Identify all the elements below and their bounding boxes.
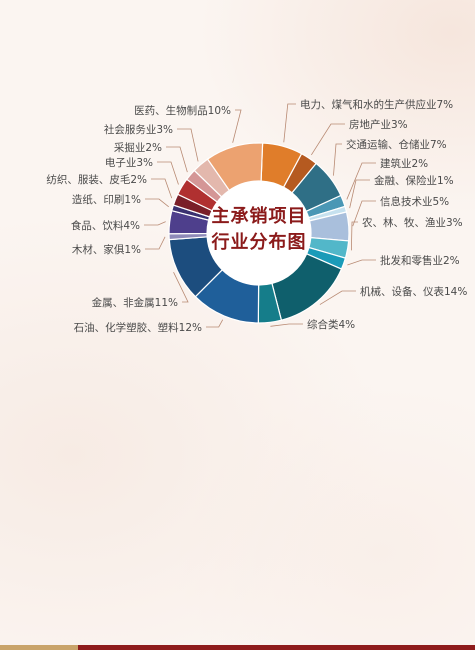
slice-label: 纺织、服装、皮毛2%	[46, 173, 147, 186]
leader-line	[349, 179, 370, 209]
slice-label: 造纸、印刷1%	[72, 193, 141, 206]
leader-line	[350, 221, 358, 251]
slice-label: 采掘业2%	[114, 141, 162, 154]
slice-label: 石油、化学塑胶、塑料12%	[74, 321, 202, 334]
leader-line	[232, 109, 242, 143]
leader-line	[157, 161, 179, 185]
slice-label: 金融、保险业1%	[374, 174, 454, 187]
leader-line	[145, 236, 166, 250]
slice-label: 机械、设备、仪表14%	[360, 285, 467, 298]
leader-line	[283, 103, 296, 143]
slice-label: 木材、家俱1%	[72, 243, 141, 256]
slice-label: 综合类4%	[307, 318, 355, 331]
slice-label: 信息技术业5%	[380, 195, 449, 208]
leader-line	[206, 319, 224, 328]
slice-label: 交通运输、仓储业7%	[346, 138, 447, 151]
slice-label: 建筑业2%	[380, 157, 428, 170]
slice-label: 食品、饮料4%	[71, 219, 140, 232]
leader-line	[270, 323, 303, 327]
slice-label: 农、林、牧、渔业3%	[362, 216, 463, 229]
slice-label: 电子业3%	[105, 156, 153, 169]
leader-line	[177, 128, 199, 162]
bottom-accent-bar-gold	[0, 645, 78, 650]
slice-label: 房地产业3%	[349, 118, 408, 131]
slice-label: 电力、煤气和水的生产供应业7%	[300, 98, 453, 111]
chart-title-line-2: 行业分布图	[211, 231, 307, 253]
slice-label: 金属、非金属11%	[92, 296, 178, 309]
slice-label: 医药、生物制品10%	[134, 104, 231, 117]
chart-title-line-1: 主承销项目	[212, 205, 307, 227]
leader-line	[166, 146, 188, 173]
leader-line	[144, 221, 166, 226]
bottom-accent-bar-red	[78, 645, 475, 650]
leader-line	[151, 178, 173, 199]
leader-line	[346, 162, 376, 200]
leader-line	[311, 123, 345, 156]
leader-line	[145, 198, 169, 208]
leader-line	[333, 143, 342, 176]
leader-line	[347, 259, 376, 266]
industry-distribution-donut-chart: 主承销项目 行业分布图 电力、煤气和水的生产供应业7% 房地产业3% 交通运输、仓储…	[46, 98, 467, 334]
slice-label: 批发和零售业2%	[380, 254, 460, 267]
slice-label: 社会服务业3%	[104, 123, 173, 136]
